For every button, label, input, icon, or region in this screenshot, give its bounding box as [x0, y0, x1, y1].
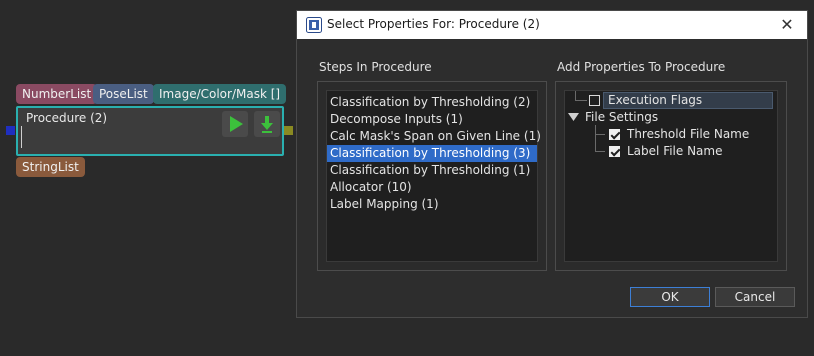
node-output-port[interactable]: [284, 126, 293, 135]
download-button[interactable]: [254, 111, 280, 137]
label-file-name-checkbox[interactable]: [609, 146, 620, 157]
tree-connector: [595, 151, 605, 152]
image-mask-input-tag[interactable]: Image/Color/Mask []: [153, 84, 287, 104]
tree-item-label: Execution Flags: [608, 93, 703, 107]
tree-item-execution-flags[interactable]: Execution Flags: [603, 92, 773, 109]
step-item[interactable]: Classification by Thresholding (2): [327, 94, 537, 111]
expand-arrow-icon[interactable]: [568, 113, 579, 122]
properties-section-label: Add Properties To Procedure: [557, 60, 726, 74]
run-button[interactable]: [222, 111, 248, 137]
stringlist-output-tag[interactable]: StringList: [16, 157, 85, 177]
play-icon: [230, 116, 243, 132]
tree-connector: [575, 100, 587, 101]
dialog-titlebar: Select Properties For: Procedure (2) ✕: [297, 11, 807, 39]
step-item[interactable]: Classification by Thresholding (1): [327, 162, 537, 179]
tree-item-threshold-file-name[interactable]: Threshold File Name: [627, 126, 749, 143]
tree-item-label-file-name[interactable]: Label File Name: [627, 143, 722, 160]
numberlist-input-tag[interactable]: NumberList: [16, 84, 98, 104]
procedure-node[interactable]: Procedure (2): [16, 106, 284, 156]
poselist-input-tag[interactable]: PoseList: [93, 84, 154, 104]
step-item[interactable]: Calc Mask's Span on Given Line (1): [327, 128, 541, 145]
ok-button[interactable]: OK: [630, 287, 710, 307]
close-icon: ✕: [780, 15, 794, 34]
tree-item-label: Label File Name: [627, 144, 723, 158]
step-item[interactable]: Decompose Inputs (1): [327, 111, 537, 128]
tree-connector: [595, 125, 596, 151]
select-properties-dialog: Select Properties For: Procedure (2) ✕ S…: [296, 10, 808, 318]
download-icon: [261, 116, 273, 133]
text-cursor: [21, 126, 22, 148]
cancel-button[interactable]: Cancel: [715, 287, 795, 307]
tree-item-file-settings[interactable]: File Settings: [585, 109, 658, 126]
steps-list[interactable]: Classification by Thresholding (2) Decom…: [326, 90, 541, 262]
tree-item-label: File Settings: [585, 110, 659, 124]
step-item[interactable]: Allocator (10): [327, 179, 537, 196]
close-button[interactable]: ✕: [767, 11, 807, 39]
properties-panel: Execution Flags File Settings Threshold …: [555, 81, 787, 271]
steps-panel: Classification by Thresholding (2) Decom…: [317, 81, 547, 271]
app-icon: [306, 17, 322, 33]
tree-item-label: Threshold File Name: [627, 127, 750, 141]
execution-flags-checkbox[interactable]: [589, 95, 600, 106]
node-title: Procedure (2): [26, 111, 108, 125]
properties-tree[interactable]: Execution Flags File Settings Threshold …: [564, 90, 778, 262]
step-item[interactable]: Label Mapping (1): [327, 196, 537, 213]
steps-section-label: Steps In Procedure: [319, 60, 432, 74]
threshold-file-name-checkbox[interactable]: [609, 129, 620, 140]
dialog-title: Select Properties For: Procedure (2): [327, 17, 540, 31]
tree-connector: [595, 134, 605, 135]
node-input-port[interactable]: [6, 126, 15, 135]
step-item-selected[interactable]: Classification by Thresholding (3): [327, 145, 537, 162]
